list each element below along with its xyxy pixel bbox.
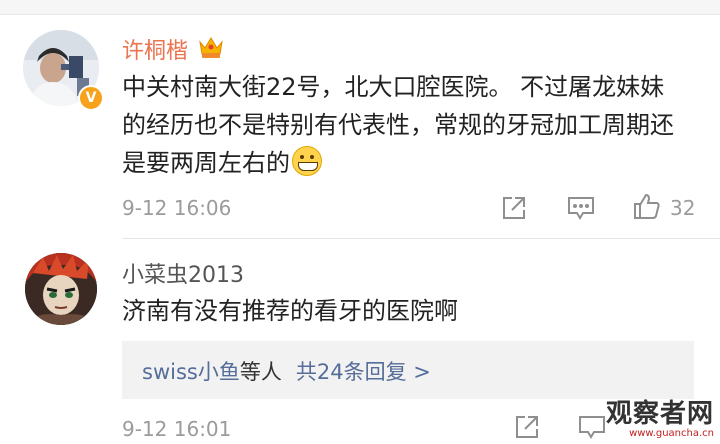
watermark: 观察者网 www.guancha.cn [606,400,714,440]
comment-icon[interactable] [578,414,606,444]
crown-badge-icon[interactable] [197,34,225,60]
watermark-title: 观察者网 [605,399,714,429]
comment-username[interactable]: 许桐楷 [122,33,188,65]
reply-count-link[interactable]: 共24条回复 > [296,360,431,384]
share-icon[interactable] [514,414,540,444]
comment-time: 9-12 16:01 [122,417,232,441]
like-icon[interactable] [633,192,661,224]
comment-username[interactable]: 小菜虫2013 [122,257,244,289]
share-icon[interactable] [501,195,527,225]
avatar[interactable] [25,253,97,325]
grin-emoji-icon [292,146,322,176]
comment-time: 9-12 16:06 [122,196,232,220]
reply-user-link[interactable]: swiss小鱼 [142,360,240,384]
top-separator [0,0,720,15]
reply-suffix: 等人 [239,360,282,384]
comment-divider [122,238,720,239]
comment-text: 中关村南大街22号，北大口腔医院。 不过屠龙妹妹的经历也不是特别有代表性，常规的… [122,68,682,182]
verified-badge-icon: V [78,85,104,111]
comment-text: 济南有没有推荐的看牙的医院啊 [122,297,458,325]
like-count: 32 [670,196,696,220]
reply-summary[interactable]: swiss小鱼等人 共24条回复 > [122,341,694,399]
comment-text-body: 中关村南大街22号，北大口腔医院。 不过屠龙妹妹的经历也不是特别有代表性，常规的… [122,73,674,177]
watermark-url: www.guancha.cn [629,428,714,439]
comment-icon[interactable] [567,195,595,225]
reply-summary-text[interactable]: swiss小鱼等人 共24条回复 > [142,356,431,386]
